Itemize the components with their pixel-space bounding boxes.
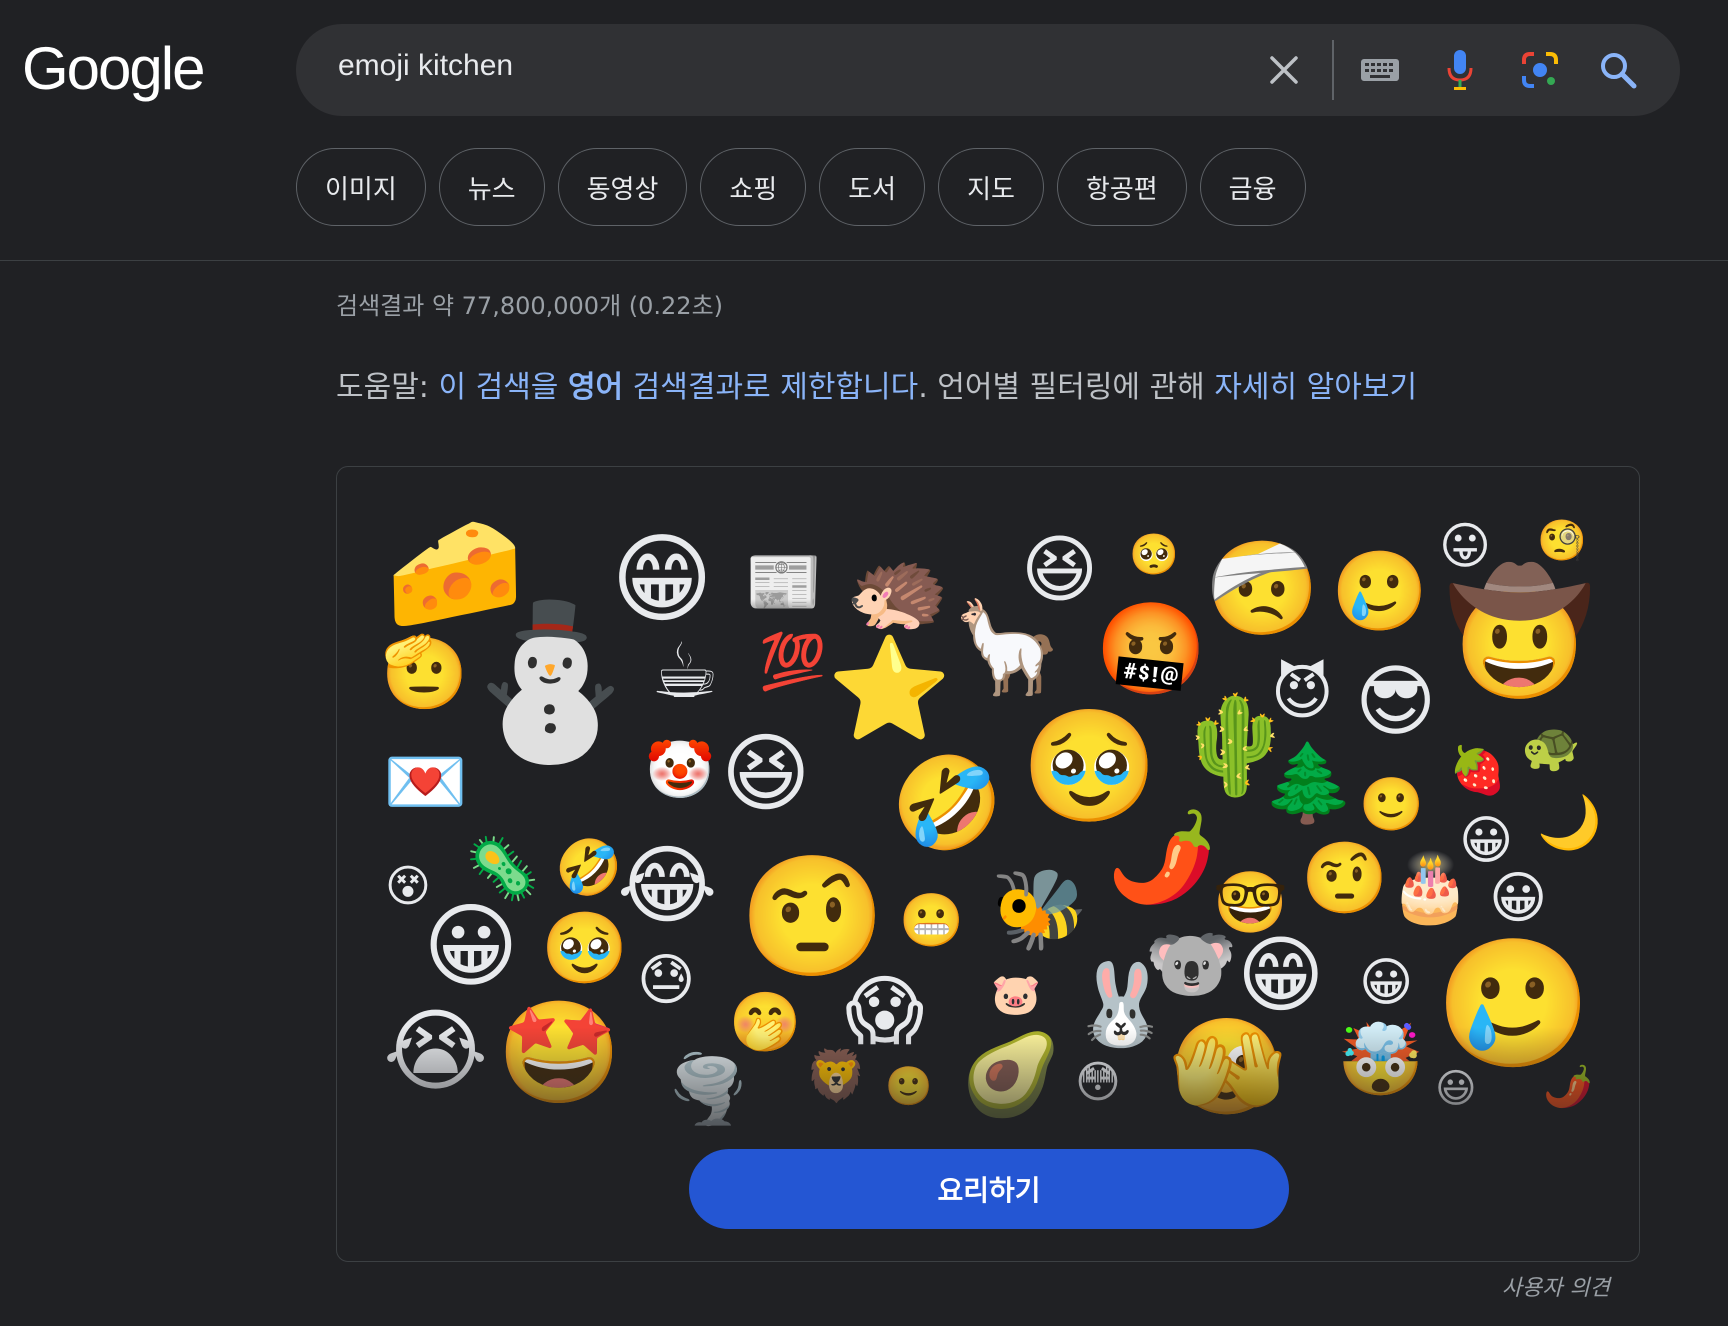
close-icon[interactable] — [1262, 48, 1306, 92]
search-input[interactable]: emoji kitchen — [338, 49, 513, 83]
emoji-sticker: 🤕 — [1205, 535, 1320, 642]
chip-books[interactable]: 도서 — [819, 148, 926, 226]
emoji-sticker: 🤣 — [891, 751, 1004, 856]
search-bar[interactable]: emoji kitchen — [296, 24, 1680, 116]
emoji-kitchen-card: 🧀 😁 📰 🦔 😆 🥺 🤕 🥲 😛 🧐 🫡 ⛄ ☕ 💯 ⭐ 🦙 🤬 😈 😎 🤠 … — [336, 466, 1640, 1262]
emoji-sticker: 🌶️ — [1107, 805, 1217, 908]
search-divider — [1332, 40, 1334, 100]
emoji-sticker: 🦔 — [845, 540, 950, 638]
emoji-sticker: 😬 — [899, 891, 964, 951]
emoji-sticker: 🤨 — [1301, 837, 1389, 919]
emoji-sticker: 😀 — [1489, 866, 1548, 931]
link-text-bold: 영어 — [567, 370, 624, 405]
search-icon[interactable] — [1596, 48, 1640, 92]
emoji-sticker: ⭐ — [827, 630, 952, 747]
help-middle: . 언어별 필터링에 관해 — [918, 370, 1215, 405]
cook-button[interactable]: 요리하기 — [689, 1149, 1289, 1229]
emoji-sticker: 🐢 — [1521, 719, 1581, 775]
emoji-sticker: 🎂 — [1389, 849, 1472, 926]
emoji-sticker: 😀 — [423, 893, 519, 1000]
emoji-sticker: ☕ — [651, 626, 720, 715]
chip-videos[interactable]: 동영상 — [557, 148, 688, 226]
chip-finance[interactable]: 금융 — [1199, 148, 1306, 226]
emoji-sticker: 🤬 — [1095, 597, 1208, 702]
emoji-sticker: 🙂 — [1359, 775, 1424, 835]
emoji-sticker: 🥹 — [541, 907, 629, 989]
chip-news[interactable]: 뉴스 — [438, 148, 545, 226]
emoji-sticker: 🤣 — [555, 836, 623, 899]
link-text-b: 검색결과로 제한합니다 — [623, 370, 919, 405]
emoji-sticker: 😓 — [637, 948, 696, 1013]
chip-shopping[interactable]: 쇼핑 — [700, 148, 807, 226]
learn-more-link[interactable]: 자세히 알아보기 — [1214, 370, 1417, 405]
chip-images[interactable]: 이미지 — [296, 148, 426, 226]
emoji-sticker: 😂 — [617, 836, 718, 936]
emoji-sticker: 🤡 — [645, 738, 715, 803]
chip-maps[interactable]: 지도 — [938, 148, 1044, 226]
google-logo[interactable]: Google — [22, 34, 205, 103]
language-help: 도움말: 이 검색을 영어 검색결과로 제한합니다. 언어별 필터링에 관해 자… — [336, 362, 1417, 406]
emoji-sticker: 🦙 — [951, 595, 1064, 700]
emoji-sticker: 🌙 — [1537, 793, 1602, 853]
emoji-sticker: 🦠 — [465, 834, 540, 904]
emoji-sticker: 🥺 — [1129, 532, 1179, 578]
emoji-sticker: ⛄ — [457, 595, 644, 769]
emoji-sticker: 😀 — [1359, 953, 1414, 1013]
emoji-sticker: 🌲 — [1261, 738, 1356, 827]
result-stats: 검색결과 약 77,800,000개 (0.22초) — [336, 292, 724, 320]
emoji-sticker: 🥲 — [1331, 547, 1429, 637]
emoji-sticker: 😆 — [721, 724, 811, 824]
link-text-a: 이 검색을 — [438, 370, 568, 405]
feedback-link[interactable]: 사용자 의견 — [1502, 1270, 1610, 1302]
chip-flights[interactable]: 항공편 — [1056, 148, 1187, 226]
restrict-english-link[interactable]: 이 검색을 영어 검색결과로 제한합니다 — [438, 370, 918, 405]
emoji-sticker: 🐝 — [991, 865, 1089, 955]
help-prefix: 도움말: — [336, 370, 439, 405]
emoji-sticker: 📰 — [745, 545, 823, 618]
emoji-sticker: 🍓 — [1449, 743, 1507, 797]
header-divider — [0, 260, 1728, 261]
filter-chips: 이미지 뉴스 동영상 쇼핑 도서 지도 항공편 금융 — [296, 148, 1306, 226]
emoji-sticker: 😁 — [1237, 926, 1325, 1024]
emoji-sticker: 🤨 — [739, 847, 886, 985]
microphone-icon[interactable] — [1438, 48, 1482, 92]
emoji-sticker: 🧐 — [1537, 518, 1587, 564]
emoji-sticker: 💯 — [759, 630, 827, 693]
keyboard-icon[interactable] — [1358, 48, 1402, 92]
emoji-sticker: 🤠 — [1445, 563, 1595, 702]
emoji-sticker: 🐷 — [991, 972, 1041, 1018]
lens-camera-icon[interactable] — [1518, 48, 1562, 92]
emoji-sticker: 🫡 — [381, 631, 469, 713]
emoji-sticker: 💌 — [383, 743, 468, 822]
emoji-sticker: 😎 — [1355, 657, 1437, 747]
